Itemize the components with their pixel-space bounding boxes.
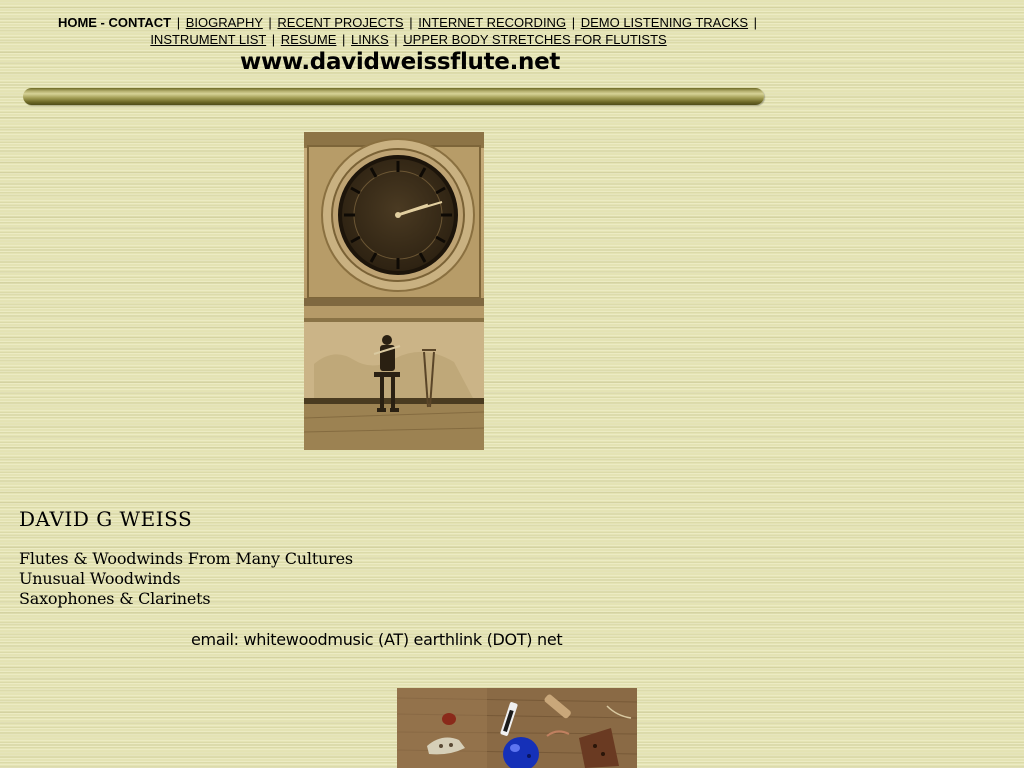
nav-home-contact: HOME - CONTACT [57,15,172,30]
nav-separator: | [342,32,346,47]
nav-link-resume[interactable]: RESUME [281,32,337,47]
nav-link-demo-listening-tracks[interactable]: DEMO LISTENING TRACKS [581,15,748,30]
nav-link-internet-recording[interactable]: INTERNET RECORDING [418,15,566,30]
nav-separator: | [271,32,276,47]
nav-separator: | [753,15,758,30]
nav-link-links[interactable]: LINKS [351,32,389,47]
site-url-title: www.davidweissflute.net [240,49,561,75]
specialty-item: Flutes & Woodwinds From Many Cultures [19,549,353,568]
nav-separator: | [268,15,272,30]
nav-link-instrument-list[interactable]: INSTRUMENT LIST [150,32,266,47]
nav-link-upper-body-stretches[interactable]: UPPER BODY STRETCHES FOR FLUTISTS [403,32,666,47]
nav-separator: | [409,15,413,30]
nav-separator: | [176,15,181,30]
nav-link-recent-projects[interactable]: RECENT PROJECTS [277,15,403,30]
clock-tower-photo [304,132,484,450]
specialties-list: Flutes & Woodwinds From Many Cultures Un… [19,549,353,609]
nav-separator: | [571,15,576,30]
instruments-photo [397,688,637,768]
nav-separator: | [394,32,398,47]
specialty-item: Saxophones & Clarinets [19,589,211,608]
specialty-item: Unusual Woodwinds [19,569,181,588]
nav-link-biography[interactable]: BIOGRAPHY [186,15,263,30]
artist-name-heading: DAVID G WEISS [19,507,193,531]
contact-email: email: whitewoodmusic (AT) earthlink (DO… [191,630,563,649]
top-navigation: HOME - CONTACT | BIOGRAPHY | RECENT PROJ… [30,14,787,48]
decorative-divider-bar [23,88,764,105]
